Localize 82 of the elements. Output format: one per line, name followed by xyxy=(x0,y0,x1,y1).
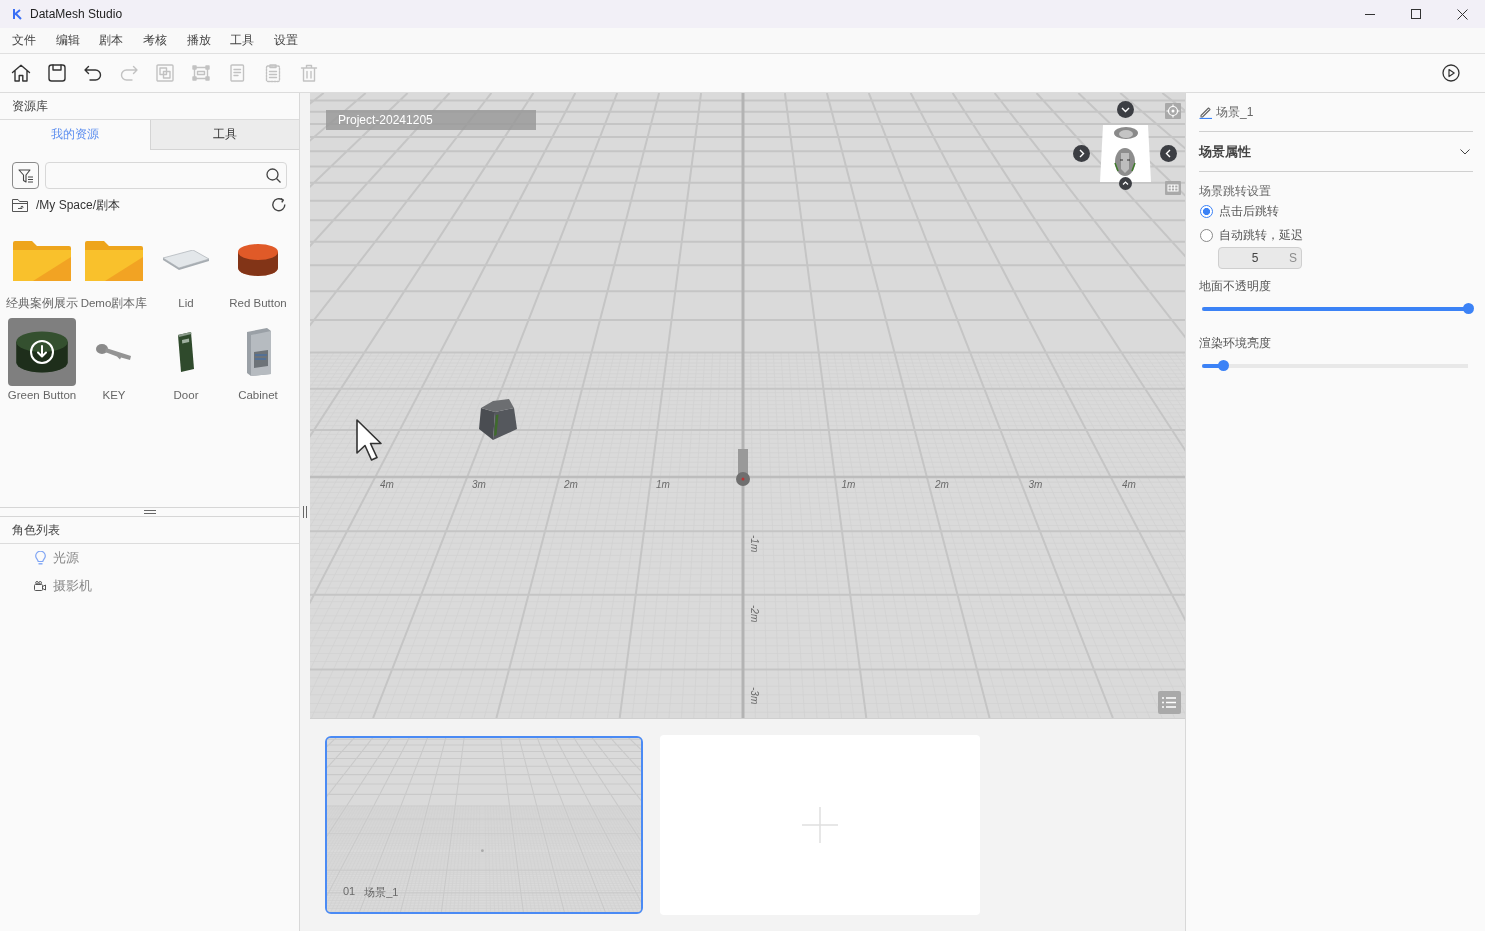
download-icon[interactable] xyxy=(30,340,54,364)
drag-handle-icon[interactable] xyxy=(143,510,156,514)
light-bulb-icon xyxy=(34,551,46,565)
chevron-left-icon[interactable] xyxy=(1160,145,1177,162)
search-icon[interactable] xyxy=(266,168,281,183)
axis-label: 3m xyxy=(1028,479,1043,491)
cylinder-model-icon[interactable] xyxy=(237,242,279,278)
menu-item[interactable]: 文件 xyxy=(12,32,36,49)
folder-up-icon[interactable] xyxy=(12,198,28,212)
cabinet-model-icon[interactable] xyxy=(245,328,271,376)
minimize-icon[interactable] xyxy=(1365,13,1375,15)
mouse-cursor-icon xyxy=(355,418,383,463)
filter-button[interactable] xyxy=(12,162,39,189)
asset-name[interactable]: Green Button xyxy=(7,387,77,403)
axis-label: 4m xyxy=(380,479,394,491)
slider-thumb[interactable] xyxy=(1218,360,1230,371)
axis-label: -1m xyxy=(748,535,760,553)
axis-label: 1m xyxy=(656,479,670,491)
maximize-icon[interactable] xyxy=(1411,9,1421,19)
asset-name[interactable]: Red Button xyxy=(229,295,287,311)
cylinder-model-icon[interactable] xyxy=(8,318,76,386)
close-icon[interactable] xyxy=(1456,8,1468,20)
refresh-icon[interactable] xyxy=(271,197,287,213)
chevron-down-icon[interactable] xyxy=(1460,148,1470,155)
tab[interactable]: 工具 xyxy=(149,120,299,150)
menu-item[interactable]: 设置 xyxy=(274,32,299,49)
chevron-down-icon[interactable] xyxy=(1117,101,1134,118)
save-icon[interactable] xyxy=(47,63,67,83)
folder-path: /My Space/剧本 xyxy=(36,196,121,214)
play-icon[interactable] xyxy=(1442,64,1460,82)
menu-item[interactable]: 播放 xyxy=(186,32,211,49)
panel-title: 资源库 xyxy=(12,97,48,115)
origin-marker[interactable] xyxy=(736,449,750,487)
asset-name[interactable]: Demo剧本库 xyxy=(80,295,148,311)
axis-label: 2m xyxy=(935,479,949,491)
radio-label[interactable]: 点击后跳转 xyxy=(1219,202,1279,220)
role-name[interactable]: 摄影机 xyxy=(53,577,92,595)
project-name-label: Project-20241205 xyxy=(326,110,536,130)
menu-item[interactable]: 剧本 xyxy=(99,32,124,49)
chevron-up-icon[interactable] xyxy=(1119,177,1132,190)
asset-name[interactable]: Lid xyxy=(178,295,194,311)
drag-handle-icon[interactable] xyxy=(303,506,307,518)
axis-label: -2m xyxy=(748,605,760,623)
scene-name-label[interactable]: 场景_1 xyxy=(1216,103,1254,121)
filter-icon xyxy=(17,167,34,184)
section-title[interactable]: 场景属性 xyxy=(1199,142,1251,161)
slider-label: 渲染环境亮度 xyxy=(1199,335,1272,351)
undo-icon[interactable] xyxy=(83,63,103,83)
window-title: DataMesh Studio xyxy=(30,7,123,21)
key-icon[interactable] xyxy=(96,343,132,361)
radio-button[interactable] xyxy=(1200,204,1213,218)
home-icon[interactable] xyxy=(11,63,31,83)
chevron-right-icon[interactable] xyxy=(1073,145,1090,162)
menu-item[interactable]: 工具 xyxy=(230,32,255,49)
asset-name[interactable]: Cabinet xyxy=(238,387,278,403)
role-name[interactable]: 光源 xyxy=(53,549,79,567)
slider-label: 地面不透明度 xyxy=(1199,278,1272,294)
door-model-icon[interactable] xyxy=(178,332,194,372)
menu-item[interactable]: 考核 xyxy=(143,32,168,49)
axis-label: 3m xyxy=(472,479,486,491)
asset-name[interactable]: 经典案例展示 xyxy=(6,295,78,311)
axis-label: 4m xyxy=(1122,479,1136,491)
scene-number: 01 xyxy=(343,885,356,899)
cube-model[interactable] xyxy=(478,398,518,442)
setting-title: 场景跳转设置 xyxy=(1199,183,1272,199)
panel-title: 角色列表 xyxy=(12,521,60,539)
plus-icon xyxy=(802,807,838,843)
scene-card[interactable]: 01 场景_1 xyxy=(325,736,643,914)
edit-icon[interactable] xyxy=(1199,105,1213,119)
slider-thumb[interactable] xyxy=(1463,303,1474,314)
asset-name[interactable]: KEY xyxy=(102,387,126,403)
scene-name: 场景_1 xyxy=(364,885,399,900)
menu-item[interactable]: 编辑 xyxy=(55,32,80,49)
axis-label: 1m xyxy=(841,479,856,491)
camera-icon xyxy=(34,581,46,591)
asset-name[interactable]: Door xyxy=(173,387,199,403)
search-field[interactable] xyxy=(45,162,287,189)
app-logo-icon xyxy=(11,8,23,20)
radio-label[interactable]: 自动跳转，延迟 xyxy=(1219,226,1303,244)
axis-label: 2m xyxy=(564,479,578,491)
axis-label: -3m xyxy=(748,686,760,704)
radio-button[interactable] xyxy=(1200,228,1213,242)
